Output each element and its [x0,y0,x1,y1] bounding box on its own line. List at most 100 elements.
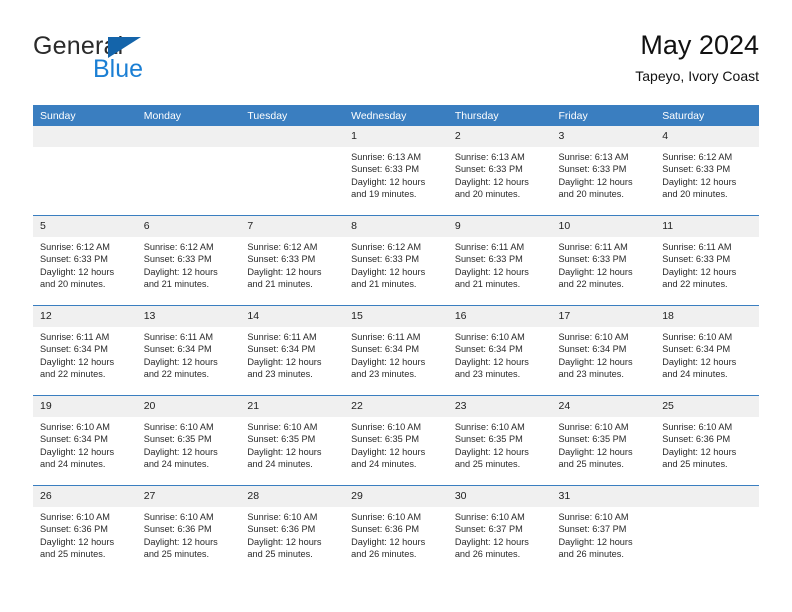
calendar-day-cell[interactable]: 29 Sunrise: 6:10 AM Sunset: 6:36 PM Dayligh… [344,485,448,575]
calendar-day-cell[interactable]: 11 Sunrise: 6:11 AM Sunset: 6:33 PM Dayligh… [655,215,759,306]
sunrise-text: Sunrise: 6:10 AM [558,332,629,342]
day-details: Sunrise: 6:11 AM Sunset: 6:34 PM Daylight:… [344,327,448,381]
weekday-header-saturday: Saturday [655,105,759,126]
day-details: Sunrise: 6:10 AM Sunset: 6:35 PM Daylight:… [448,417,552,471]
day-details: Sunrise: 6:10 AM Sunset: 6:36 PM Daylight:… [655,417,759,471]
calendar-day-cell[interactable]: 12 Sunrise: 6:11 AM Sunset: 6:34 PM Dayligh… [33,305,137,396]
sunrise-text: Sunrise: 6:10 AM [247,512,318,522]
calendar-day-cell-empty [136,126,241,216]
calendar-day-cell[interactable]: 5 Sunrise: 6:12 AM Sunset: 6:33 PM Daylight… [33,215,137,306]
sunset-text: Sunset: 6:34 PM [662,344,731,355]
sunrise-text: Sunrise: 6:10 AM [558,422,629,432]
daylight-text: Daylight: 12 hours and 24 minutes. [662,356,737,380]
daylight-text: Daylight: 12 hours and 24 minutes. [40,446,115,470]
calendar-day-cell[interactable]: 9 Sunrise: 6:11 AM Sunset: 6:33 PM Daylight… [447,215,552,306]
day-number: 3 [551,126,656,147]
day-details: Sunrise: 6:10 AM Sunset: 6:37 PM Daylight:… [552,507,656,561]
day-number: 29 [344,486,448,507]
day-details: Sunrise: 6:13 AM Sunset: 6:33 PM Daylight:… [448,147,552,201]
day-details: Sunrise: 6:10 AM Sunset: 6:36 PM Daylight:… [137,507,241,561]
calendar-day-cell[interactable]: 19 Sunrise: 6:10 AM Sunset: 6:34 PM Dayligh… [33,395,137,486]
calendar-day-cell[interactable]: 25 Sunrise: 6:10 AM Sunset: 6:36 PM Dayligh… [655,395,759,486]
calendar-day-cell[interactable]: 3 Sunrise: 6:13 AM Sunset: 6:33 PM Daylight… [551,126,656,216]
sunrise-text: Sunrise: 6:10 AM [454,422,525,432]
daylight-text: Daylight: 12 hours and 24 minutes. [143,446,218,470]
calendar-day-cell[interactable]: 7 Sunrise: 6:12 AM Sunset: 6:33 PM Daylight… [240,215,345,306]
daylight-text: Daylight: 12 hours and 20 minutes. [40,266,115,290]
day-details: Sunrise: 6:10 AM Sunset: 6:34 PM Daylight:… [552,327,656,381]
sunrise-text: Sunrise: 6:10 AM [662,332,733,342]
sunset-text: Sunset: 6:33 PM [558,164,627,175]
sunrise-text: Sunrise: 6:10 AM [247,422,318,432]
sunrise-text: Sunrise: 6:10 AM [40,422,110,432]
calendar-day-cell[interactable]: 21 Sunrise: 6:10 AM Sunset: 6:35 PM Dayligh… [240,395,345,486]
day-details: Sunrise: 6:10 AM Sunset: 6:36 PM Daylight:… [33,507,137,561]
day-details: Sunrise: 6:10 AM Sunset: 6:35 PM Daylight:… [240,417,344,471]
calendar-day-cell[interactable]: 15 Sunrise: 6:11 AM Sunset: 6:34 PM Dayligh… [344,305,448,396]
general-blue-logo[interactable]: General Blue [33,28,263,88]
calendar-day-cell[interactable]: 14 Sunrise: 6:11 AM Sunset: 6:34 PM Dayligh… [240,305,345,396]
daylight-text: Daylight: 12 hours and 25 minutes. [247,536,322,560]
sunset-text: Sunset: 6:33 PM [558,254,627,265]
calendar-day-cell[interactable]: 8 Sunrise: 6:12 AM Sunset: 6:33 PM Daylight… [344,215,448,306]
calendar-day-cell[interactable]: 28 Sunrise: 6:10 AM Sunset: 6:36 PM Dayligh… [240,485,345,575]
calendar-day-cell[interactable]: 6 Sunrise: 6:12 AM Sunset: 6:33 PM Daylight… [136,215,241,306]
daylight-text: Daylight: 12 hours and 25 minutes. [454,446,529,470]
calendar-day-cell[interactable]: 18 Sunrise: 6:10 AM Sunset: 6:34 PM Dayligh… [655,305,759,396]
weekday-header-thursday: Thursday [447,105,552,126]
sunset-text: Sunset: 6:33 PM [247,254,316,265]
sunrise-text: Sunrise: 6:11 AM [247,332,317,342]
calendar-day-cell[interactable]: 24 Sunrise: 6:10 AM Sunset: 6:35 PM Dayligh… [551,395,656,486]
daylight-text: Daylight: 12 hours and 20 minutes. [662,176,737,200]
sunset-text: Sunset: 6:35 PM [247,434,316,445]
daylight-text: Daylight: 12 hours and 23 minutes. [558,356,633,380]
calendar-day-cell[interactable]: 22 Sunrise: 6:10 AM Sunset: 6:35 PM Dayligh… [344,395,448,486]
day-details: Sunrise: 6:12 AM Sunset: 6:33 PM Daylight:… [344,237,448,291]
calendar-day-cell[interactable]: 16 Sunrise: 6:10 AM Sunset: 6:34 PM Dayligh… [447,305,552,396]
calendar-day-cell-empty [240,126,345,216]
day-details: Sunrise: 6:11 AM Sunset: 6:33 PM Daylight:… [655,237,759,291]
sunset-text: Sunset: 6:34 PM [454,344,523,355]
day-number: 17 [551,306,656,327]
sunset-text: Sunset: 6:37 PM [454,524,523,535]
sunrise-text: Sunrise: 6:10 AM [143,512,214,522]
calendar-day-cell[interactable]: 2 Sunrise: 6:13 AM Sunset: 6:33 PM Daylight… [447,126,552,216]
day-number: 21 [240,396,345,417]
weekday-header-row: Sunday Monday Tuesday Wednesday Thursday… [33,105,759,126]
calendar-week-row: 12 Sunrise: 6:11 AM Sunset: 6:34 PM Dayligh… [33,305,759,396]
day-details: Sunrise: 6:10 AM Sunset: 6:36 PM Daylight:… [240,507,344,561]
page-header: General Blue May 2024 Tapeyo, Ivory Coas… [33,28,759,98]
calendar-day-cell[interactable]: 23 Sunrise: 6:10 AM Sunset: 6:35 PM Dayligh… [447,395,552,486]
day-number: 23 [447,396,552,417]
calendar-week-row: 26 Sunrise: 6:10 AM Sunset: 6:36 PM Dayligh… [33,485,759,575]
day-number: 28 [240,486,345,507]
sunrise-text: Sunrise: 6:13 AM [351,152,422,162]
daylight-text: Daylight: 12 hours and 25 minutes. [558,446,633,470]
calendar-day-cell[interactable]: 4 Sunrise: 6:12 AM Sunset: 6:33 PM Daylight… [655,126,759,216]
calendar-day-cell[interactable]: 10 Sunrise: 6:11 AM Sunset: 6:33 PM Dayligh… [551,215,656,306]
day-number: 10 [551,216,656,237]
day-details: Sunrise: 6:10 AM Sunset: 6:34 PM Daylight:… [33,417,137,471]
day-number: 11 [655,216,759,237]
calendar-day-cell[interactable]: 31 Sunrise: 6:10 AM Sunset: 6:37 PM Dayligh… [551,485,656,575]
calendar-day-cell[interactable]: 20 Sunrise: 6:10 AM Sunset: 6:35 PM Dayligh… [136,395,241,486]
calendar-day-cell[interactable]: 17 Sunrise: 6:10 AM Sunset: 6:34 PM Dayligh… [551,305,656,396]
day-number [655,486,759,507]
calendar-grid: Sunday Monday Tuesday Wednesday Thursday… [33,105,759,575]
calendar-day-cell[interactable]: 30 Sunrise: 6:10 AM Sunset: 6:37 PM Dayligh… [447,485,552,575]
day-details: Sunrise: 6:11 AM Sunset: 6:33 PM Daylight:… [448,237,552,291]
daylight-text: Daylight: 12 hours and 21 minutes. [247,266,322,290]
calendar-day-cell[interactable]: 1 Sunrise: 6:13 AM Sunset: 6:33 PM Daylight… [344,126,448,216]
sunrise-text: Sunrise: 6:10 AM [662,422,733,432]
calendar-day-cell[interactable]: 13 Sunrise: 6:11 AM Sunset: 6:34 PM Dayligh… [136,305,241,396]
day-number: 19 [33,396,137,417]
sunset-text: Sunset: 6:35 PM [454,434,523,445]
sunrise-text: Sunrise: 6:10 AM [351,422,422,432]
day-number: 25 [655,396,759,417]
calendar-day-cell[interactable]: 26 Sunrise: 6:10 AM Sunset: 6:36 PM Dayligh… [33,485,137,575]
sunrise-text: Sunrise: 6:12 AM [40,242,110,252]
calendar-week-row: 19 Sunrise: 6:10 AM Sunset: 6:34 PM Dayligh… [33,395,759,486]
day-number: 9 [447,216,552,237]
calendar-day-cell[interactable]: 27 Sunrise: 6:10 AM Sunset: 6:36 PM Dayligh… [136,485,241,575]
day-number: 20 [136,396,241,417]
